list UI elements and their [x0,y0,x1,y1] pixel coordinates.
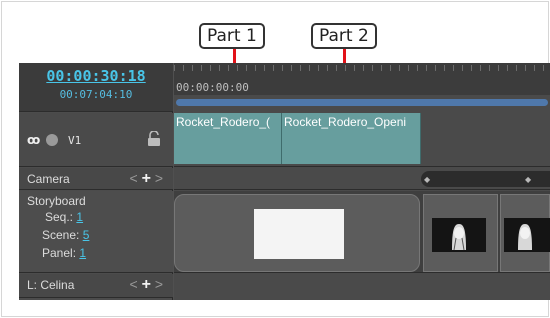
layer-track-header[interactable]: L: Celina < + > [19,274,173,298]
storyboard-panel-selected[interactable] [174,194,420,272]
storyboard-panel[interactable] [500,194,550,272]
keyframe-icon[interactable]: ◆ [525,175,531,184]
scene-link[interactable]: 5 [83,228,90,242]
layer-prev-button[interactable]: < [130,276,138,292]
video-track-header[interactable]: ꝏ V1 [19,113,173,167]
track-header-column: 00:00:30:18 00:07:04:10 ꝏ V1 Camera < + … [19,63,173,300]
camera-track-header[interactable]: Camera < + > [19,168,173,190]
link-icon[interactable]: ꝏ [27,133,40,147]
panel-thumbnail-blank [254,209,344,259]
seq-link[interactable]: 1 [76,210,83,224]
camera-track-lane: ◆ ◆ [174,168,550,190]
timeline-area[interactable]: 00:00:00:00 Rocket_Rodero_( Rocket_Roder… [174,63,550,300]
timecode-box: 00:00:30:18 00:07:04:10 [19,63,173,112]
camera-track-controls: < + > [130,170,164,188]
video-track-clips: Rocket_Rodero_( Rocket_Rodero_Openi [174,113,550,167]
timeline-scrollbar[interactable] [176,99,548,106]
seq-info: Seq.: 1 [45,210,83,224]
layer-track-lane [174,274,550,298]
layer-next-button[interactable]: > [155,276,163,292]
unlock-icon[interactable] [147,131,161,147]
video-clip-1[interactable]: Rocket_Rodero_( [174,113,282,164]
panel-info: Panel: 1 [42,246,86,260]
camera-next-button[interactable]: > [155,170,163,186]
camera-add-keyframe-button[interactable]: + [142,170,151,187]
scene-info: Scene: 5 [42,228,89,242]
total-timecode: 00:07:04:10 [59,88,133,101]
layer-track-controls: < + > [130,276,164,294]
layer-track-label: L: Celina [27,278,75,292]
layer-add-keyframe-button[interactable]: + [142,276,151,293]
video-clip-1-label: Rocket_Rodero_( [176,115,271,129]
character-thumbnail-icon [432,218,486,252]
storyboard-track-label: Storyboard [27,194,86,208]
video-clip-2-label: Rocket_Rodero_Openi [284,115,407,129]
record-toggle-icon[interactable] [46,134,58,146]
callout-part1: Part 1 [199,23,265,49]
character-thumbnail-icon [504,218,550,252]
seq-label: Seq.: [45,210,74,224]
ruler-ticks [174,65,550,71]
current-timecode[interactable]: 00:00:30:18 [19,67,173,85]
video-track-label: V1 [68,134,82,147]
ruler-start-time: 00:00:00:00 [176,81,249,94]
timeline-panel: 00:00:30:18 00:07:04:10 ꝏ V1 Camera < + … [19,63,550,300]
storyboard-track-lane [174,191,550,273]
keyframe-icon[interactable]: ◆ [424,175,430,184]
scene-label: Scene: [42,228,80,242]
time-ruler[interactable]: 00:00:00:00 [174,63,550,95]
camera-keyframe-bar[interactable]: ◆ ◆ [421,171,550,187]
callout-part2: Part 2 [311,23,377,49]
video-clip-2[interactable]: Rocket_Rodero_Openi [282,113,421,164]
storyboard-panel[interactable] [423,194,498,272]
panel-label: Panel: [42,246,77,260]
camera-prev-button[interactable]: < [130,170,138,186]
storyboard-track-header[interactable]: Storyboard Seq.: 1 Scene: 5 Panel: 1 [19,191,173,273]
panel-link[interactable]: 1 [79,246,86,260]
camera-track-label: Camera [27,172,70,186]
